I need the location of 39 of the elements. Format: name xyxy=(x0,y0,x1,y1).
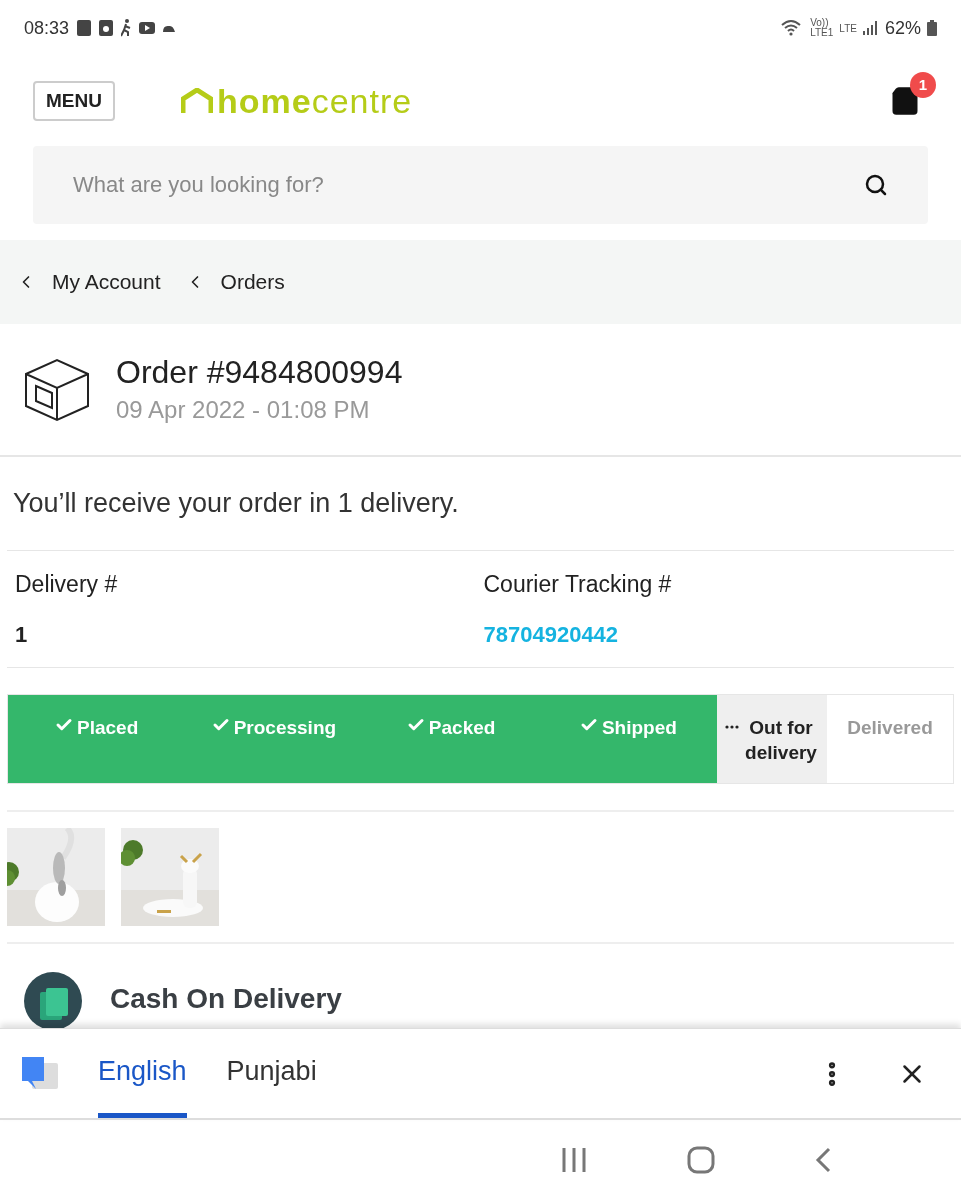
clock-app-icon xyxy=(99,20,114,36)
clock: 08:33 xyxy=(24,16,70,40)
cash-icon xyxy=(24,972,82,1028)
delivery-label: Delivery # xyxy=(15,570,119,600)
box-icon xyxy=(24,357,90,422)
tracking-label: Courier Tracking # xyxy=(483,570,673,600)
breadcrumb-link[interactable]: My Account xyxy=(16,266,161,298)
step-label: Shipped xyxy=(601,716,677,740)
house-icon xyxy=(180,88,213,114)
home-icon[interactable] xyxy=(687,1146,715,1174)
step-label: Placed xyxy=(77,716,139,740)
language-tab[interactable]: Punjabi xyxy=(226,1029,317,1118)
recent-apps-icon[interactable] xyxy=(561,1148,587,1172)
ellipsis-icon xyxy=(725,725,739,729)
breadcrumb-link[interactable]: Orders xyxy=(184,266,285,298)
battery-icon xyxy=(927,20,937,36)
volte-label: Vo)) xyxy=(810,18,830,28)
lte-label: LTE1 xyxy=(810,28,834,38)
cart-badge: 1 xyxy=(910,72,936,98)
cloud-icon xyxy=(163,24,176,32)
video-play-icon xyxy=(139,22,156,34)
network-label: LTE xyxy=(839,21,857,36)
walking-person-icon xyxy=(121,19,132,37)
step-label: Processing xyxy=(233,716,337,740)
battery-percent: 62% xyxy=(884,16,921,40)
order-number: Order #9484800994 xyxy=(116,352,403,392)
delivery-summary: You’ll receive your order in 1 delivery. xyxy=(13,487,459,521)
order-date: 09 Apr 2022 - 01:08 PM xyxy=(116,394,371,425)
step-label: Out for delivery xyxy=(744,716,818,765)
delivery-number: 1 xyxy=(15,620,29,649)
menu-button[interactable]: MENU xyxy=(33,81,115,121)
step-label: Delivered xyxy=(847,716,933,740)
back-icon[interactable] xyxy=(815,1147,831,1173)
search-field[interactable]: What are you looking for? xyxy=(33,146,928,224)
search-icon[interactable] xyxy=(864,173,888,197)
app-notification-icon xyxy=(77,20,92,36)
step-label: Packed xyxy=(428,716,496,740)
signal-icon xyxy=(862,21,879,35)
payment-method: Cash On Delivery xyxy=(110,982,342,1016)
